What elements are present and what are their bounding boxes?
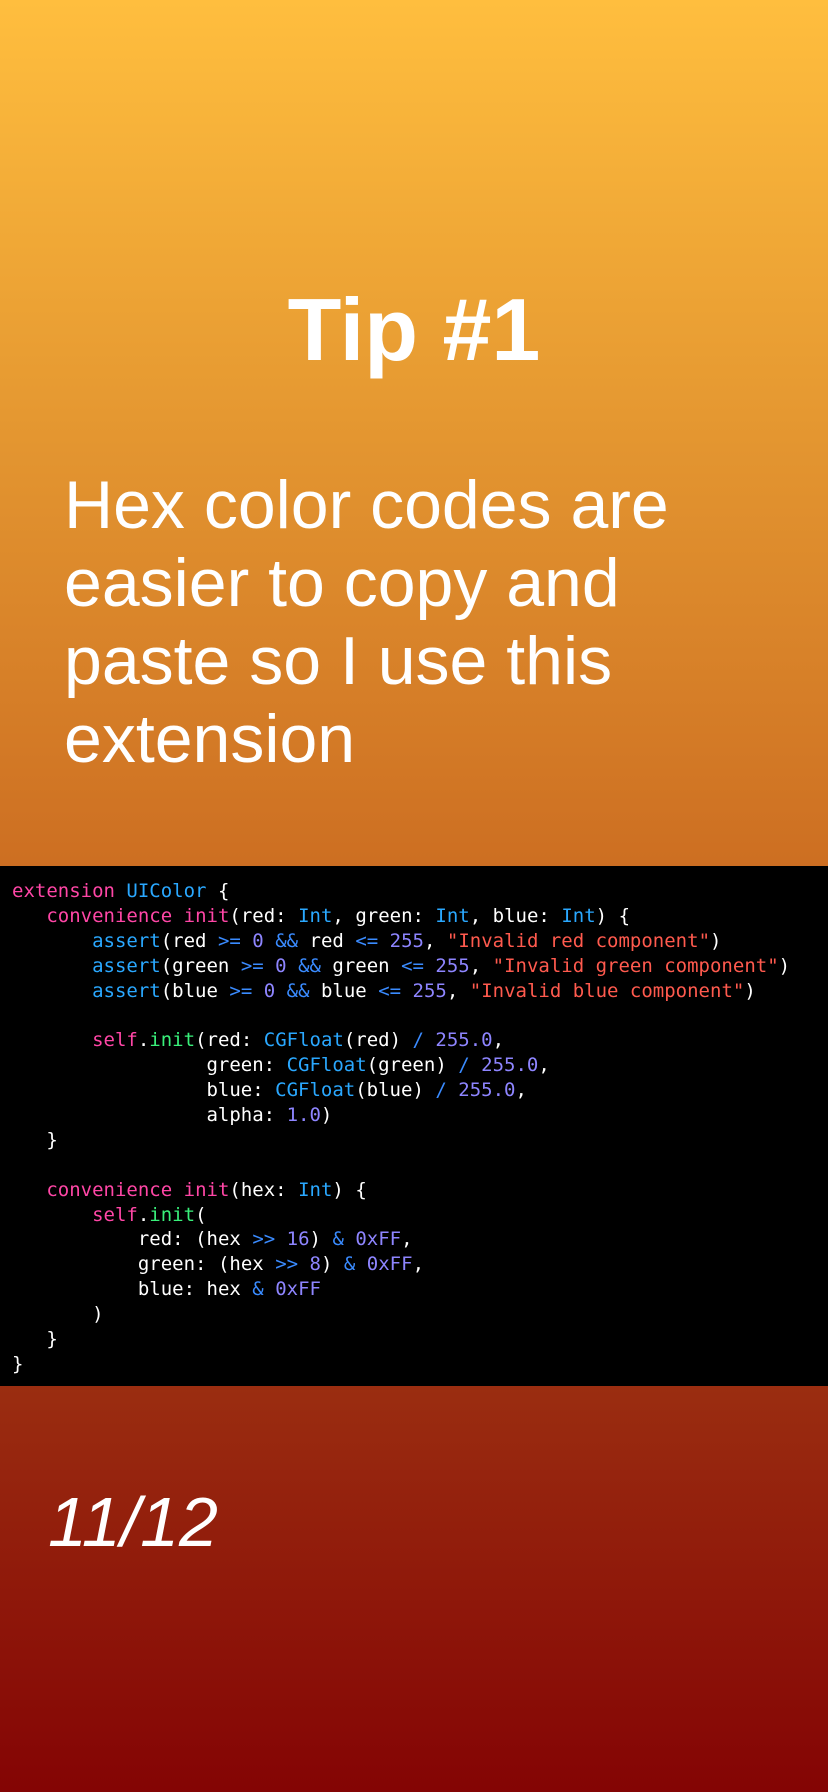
code-line: blue: CGFloat(blue) / 255.0, <box>206 1079 527 1102</box>
code-line: } <box>12 1352 24 1375</box>
code-line: } <box>46 1328 58 1351</box>
code-line: blue: hex & 0xFF <box>137 1278 321 1301</box>
code-line: assert(red >= 0 && red <= 255, "Invalid … <box>92 929 722 952</box>
slide-subtitle: Hex color codes are easier to copy and p… <box>64 467 669 777</box>
code-line: green: CGFloat(green) / 255.0, <box>206 1054 550 1077</box>
code-line: red: (hex >> 16) & 0xFF, <box>137 1228 413 1251</box>
code-line: } <box>46 1128 58 1151</box>
code-line: assert(green >= 0 && green <= 255, "Inva… <box>92 954 791 977</box>
code-line: extension UIColor { <box>12 880 230 902</box>
code-line: self.init( <box>92 1203 207 1226</box>
code-line: green: (hex >> 8) & 0xFF, <box>137 1253 425 1276</box>
code-line: assert(blue >= 0 && blue <= 255, "Invali… <box>92 979 756 1002</box>
code-line: ) <box>92 1303 104 1326</box>
code-line: self.init(red: CGFloat(red) / 255.0, <box>92 1029 505 1052</box>
code-line: alpha: 1.0) <box>206 1104 333 1127</box>
code-block: extension UIColor { convenience init(red… <box>0 866 828 1386</box>
page-indicator: 11/12 <box>48 1483 218 1561</box>
code-line: convenience init(hex: Int) { <box>46 1178 367 1201</box>
slide-title: Tip #1 <box>287 280 541 379</box>
code-line: convenience init(red: Int, green: Int, b… <box>46 904 631 927</box>
